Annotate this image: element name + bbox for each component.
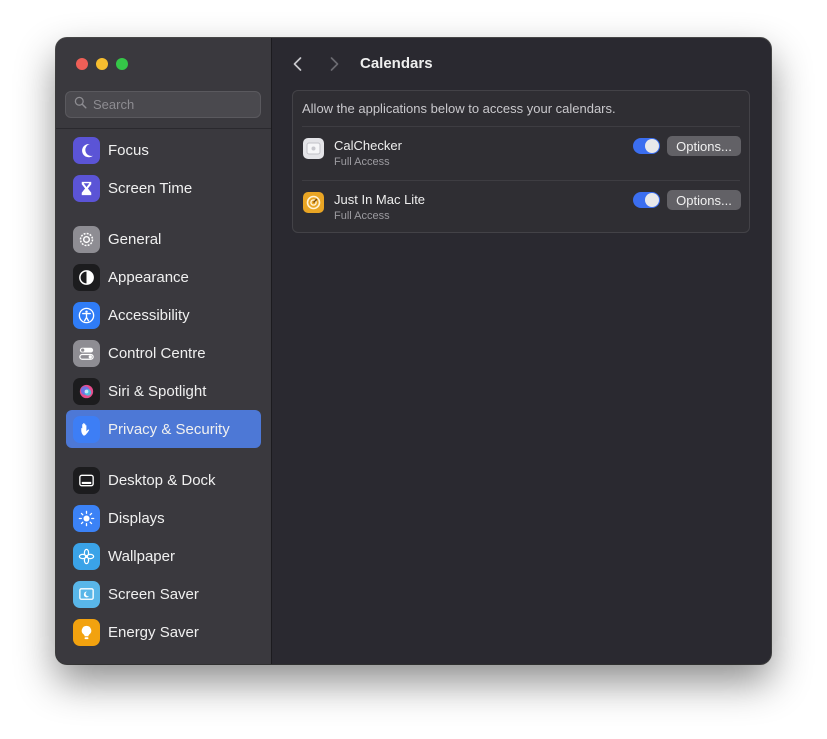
panel-description: Allow the applications below to access y…	[302, 101, 616, 116]
calchecker-icon	[303, 138, 324, 159]
accessibility-icon	[73, 301, 100, 329]
sidebar-item-label: Energy Saver	[108, 623, 199, 641]
sidebar-item-label: Control Centre	[108, 344, 206, 362]
app-access-level: Full Access	[334, 210, 390, 222]
sidebar-item-desktop-and-dock[interactable]: Desktop & Dock	[66, 461, 261, 499]
sidebar-item-label: Wallpaper	[108, 547, 175, 565]
gear-icon	[73, 225, 100, 253]
page-title: Calendars	[360, 55, 433, 72]
sidebar-divider	[56, 128, 271, 129]
sidebar-item-label: Siri & Spotlight	[108, 382, 207, 400]
app-row-just-in-mac-lite: Just In Mac Lite Full Access Options...	[293, 180, 749, 234]
lightbulb-icon	[73, 618, 100, 646]
sidebar-item-label: General	[108, 230, 162, 248]
search-icon	[74, 96, 87, 114]
window-controls	[76, 58, 128, 70]
dock-icon	[73, 466, 100, 494]
calendar-access-panel: Allow the applications below to access y…	[292, 90, 750, 233]
sidebar-item-label: Focus	[108, 141, 149, 159]
sidebar-item-focus[interactable]: Focus	[66, 131, 261, 169]
flower-icon	[73, 542, 100, 570]
zoom-button[interactable]	[116, 58, 128, 70]
sidebar-item-screen-saver[interactable]: Screen Saver	[66, 575, 261, 613]
sidebar-item-label: Screen Saver	[108, 585, 199, 603]
sidebar-item-appearance[interactable]: Appearance	[66, 258, 261, 296]
app-access-level: Full Access	[334, 156, 390, 168]
sidebar: Focus Screen Time General Appearance Accessi…	[56, 38, 272, 664]
sidebar-nav: Focus Screen Time General Appearance Accessi…	[66, 131, 261, 651]
siri-icon	[73, 377, 100, 405]
justinmac-icon	[303, 192, 324, 213]
toolbar: Calendars	[272, 38, 771, 90]
just-in-mac-lite-options-button[interactable]: Options...	[667, 190, 741, 210]
sidebar-item-privacy-and-security[interactable]: Privacy & Security	[66, 410, 261, 448]
minimize-button[interactable]	[96, 58, 108, 70]
sidebar-item-control-centre[interactable]: Control Centre	[66, 334, 261, 372]
calchecker-options-button[interactable]: Options...	[667, 136, 741, 156]
sidebar-item-wallpaper[interactable]: Wallpaper	[66, 537, 261, 575]
back-button[interactable]	[288, 54, 308, 74]
search-field[interactable]	[65, 91, 261, 118]
hand-icon	[73, 415, 100, 443]
sidebar-item-label: Desktop & Dock	[108, 471, 216, 489]
switches-icon	[73, 339, 100, 367]
sidebar-item-energy-saver[interactable]: Energy Saver	[66, 613, 261, 651]
sidebar-item-displays[interactable]: Displays	[66, 499, 261, 537]
moon-icon	[73, 136, 100, 164]
sidebar-item-siri-and-spotlight[interactable]: Siri & Spotlight	[66, 372, 261, 410]
just-in-mac-lite-toggle[interactable]	[633, 192, 660, 208]
content-pane: Calendars Allow the applications below t…	[272, 38, 771, 664]
hourglass-icon	[73, 174, 100, 202]
app-row-calchecker: CalChecker Full Access Options...	[293, 126, 749, 180]
sidebar-item-screen-time[interactable]: Screen Time	[66, 169, 261, 207]
chevron-right-icon	[330, 57, 339, 71]
sidebar-item-label: Appearance	[108, 268, 189, 286]
screensaver-icon	[73, 580, 100, 608]
appearance-icon	[73, 263, 100, 291]
toggle-knob	[645, 193, 659, 207]
sidebar-item-label: Accessibility	[108, 306, 190, 324]
sidebar-item-label: Screen Time	[108, 179, 193, 197]
sidebar-item-label: Displays	[108, 509, 165, 527]
settings-window: Focus Screen Time General Appearance Accessi…	[56, 38, 771, 664]
app-name: CalChecker	[334, 138, 402, 153]
app-name: Just In Mac Lite	[334, 192, 426, 207]
calchecker-toggle[interactable]	[633, 138, 660, 154]
sun-icon	[73, 504, 100, 532]
close-button[interactable]	[76, 58, 88, 70]
sidebar-item-accessibility[interactable]: Accessibility	[66, 296, 261, 334]
sidebar-item-label: Privacy & Security	[108, 420, 230, 438]
search-input[interactable]	[93, 97, 243, 112]
forward-button[interactable]	[324, 54, 344, 74]
chevron-left-icon	[293, 57, 302, 71]
toggle-knob	[645, 139, 659, 153]
sidebar-item-general[interactable]: General	[66, 220, 261, 258]
